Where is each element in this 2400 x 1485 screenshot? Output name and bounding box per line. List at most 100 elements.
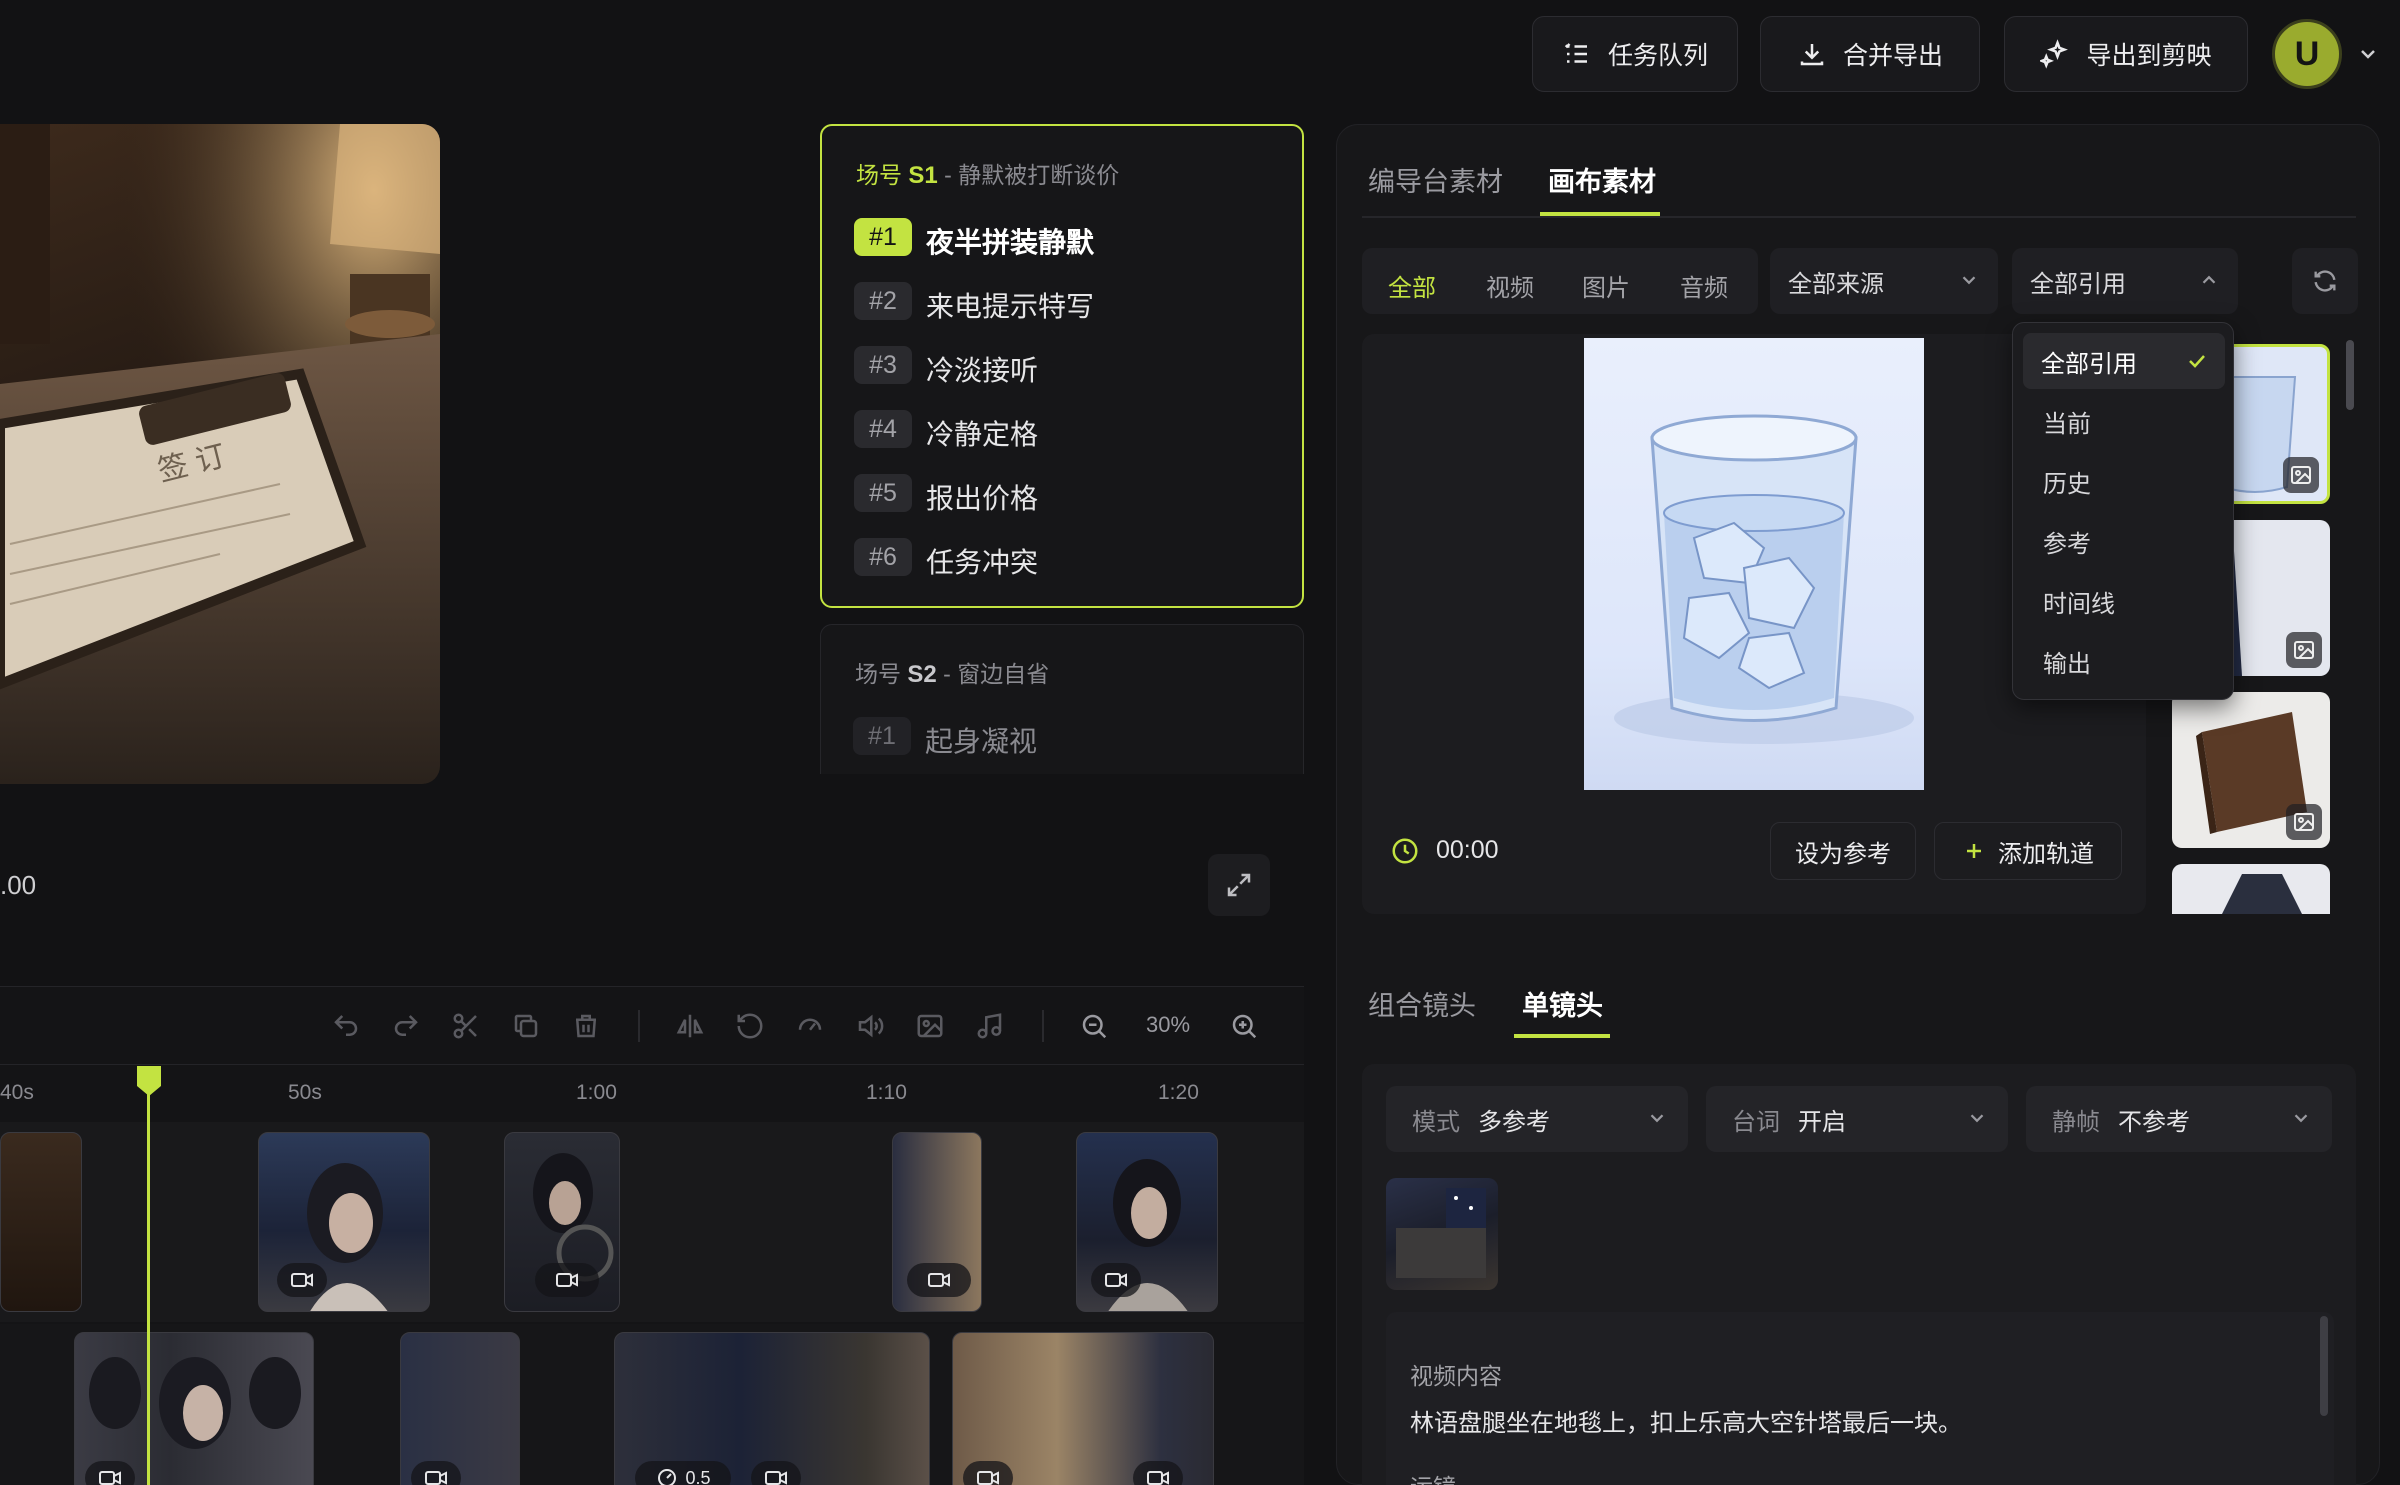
- volume-icon: [858, 1014, 884, 1038]
- zoom-in-button[interactable]: [1226, 1008, 1262, 1044]
- timeline-clip[interactable]: [1076, 1132, 1218, 1312]
- task-queue-button[interactable]: 任务队列: [1532, 16, 1738, 92]
- playhead[interactable]: [147, 1068, 150, 1485]
- playhead-handle[interactable]: [135, 1064, 163, 1098]
- asset-thumbnail[interactable]: [2172, 692, 2330, 848]
- filter-all[interactable]: 全部: [1388, 268, 1436, 303]
- scene-card-s2[interactable]: 场号 S2 - 窗边自省 #1 起身凝视: [820, 624, 1304, 774]
- tab-single-shot[interactable]: 单镜头: [1522, 984, 1603, 1023]
- video-icon: [99, 1471, 121, 1485]
- scene-card-s1[interactable]: 场号 S1 - 静默被打断谈价 #1 夜半拼装静默 #2 来电提示特写 #3 冷…: [820, 124, 1304, 608]
- chevron-down-icon[interactable]: [2356, 42, 2380, 66]
- image-icon: [2291, 466, 2311, 484]
- content-text[interactable]: 林语盘腿坐在地毯上，扣上乐高大空针塔最后一块。: [1410, 1403, 1962, 1438]
- shot-title-active[interactable]: 夜半拼装静默: [926, 221, 1094, 261]
- dropdown-option-current[interactable]: 当前: [2013, 393, 2233, 449]
- video-icon: [977, 1471, 999, 1485]
- chevron-down-icon: [2294, 1114, 2308, 1123]
- delete-button[interactable]: [568, 1008, 604, 1044]
- video-icon: [1105, 1273, 1127, 1287]
- merge-export-label: 合并导出: [1842, 42, 1943, 70]
- asset-preview-image[interactable]: [1584, 338, 1924, 790]
- clock-icon: [1392, 838, 1418, 864]
- shot-title[interactable]: 起身凝视: [925, 720, 1037, 760]
- copy-button[interactable]: [508, 1008, 544, 1044]
- chevron-down-icon: [1650, 1114, 1664, 1123]
- ruler-tick: 1:00: [576, 1081, 617, 1104]
- expand-icon: [1227, 873, 1251, 897]
- avatar[interactable]: U: [2272, 19, 2342, 89]
- dialog-label: 台词: [1732, 1108, 1780, 1136]
- cut-button[interactable]: [448, 1008, 484, 1044]
- timeline-clip[interactable]: [74, 1332, 314, 1485]
- dropdown-option-history[interactable]: 历史: [2013, 453, 2233, 509]
- tab-director-assets[interactable]: 编导台素材: [1368, 160, 1503, 199]
- copy-icon: [514, 1014, 538, 1038]
- redo-button[interactable]: [388, 1008, 424, 1044]
- timeline-clip[interactable]: [504, 1132, 620, 1312]
- export-jianying-button[interactable]: 导出到剪映: [2004, 16, 2248, 92]
- video-icon: [928, 1273, 950, 1287]
- source-select[interactable]: 全部来源: [1770, 248, 1998, 314]
- zoom-out-button[interactable]: [1076, 1008, 1112, 1044]
- refresh-button[interactable]: [2292, 248, 2358, 314]
- speed-button[interactable]: [792, 1008, 828, 1044]
- refresh-icon: [2314, 270, 2336, 292]
- timeline-clip[interactable]: [892, 1132, 982, 1312]
- redo-icon: [394, 1015, 418, 1036]
- shot-title[interactable]: 任务冲突: [926, 541, 1038, 581]
- asset-time: 00:00: [1436, 836, 1499, 864]
- shot-title[interactable]: 冷淡接听: [926, 349, 1038, 389]
- reference-thumbnail[interactable]: [1386, 1178, 1498, 1290]
- toolbar-divider: [1042, 1010, 1044, 1042]
- chevron-down-icon: [1962, 276, 1976, 285]
- fullscreen-button[interactable]: [1208, 854, 1270, 916]
- ref-select[interactable]: 全部引用: [2012, 248, 2238, 314]
- timeline-ruler[interactable]: 40s 50s 1:00 1:10 1:20: [0, 1064, 1304, 1120]
- timeline-clip[interactable]: [0, 1132, 82, 1312]
- ruler-tick: 50s: [288, 1081, 322, 1104]
- video-icon-badge: [751, 1461, 801, 1485]
- tab-combined-shot[interactable]: 组合镜头: [1368, 984, 1476, 1023]
- mode-select[interactable]: 模式 多参考: [1386, 1086, 1688, 1152]
- asset-thumbnail[interactable]: [2172, 864, 2330, 914]
- tab-canvas-assets[interactable]: 画布素材: [1548, 160, 1656, 199]
- still-frame-select[interactable]: 静帧 不参考: [2026, 1086, 2332, 1152]
- set-reference-button[interactable]: 设为参考: [1770, 822, 1916, 880]
- thumbnail-scrollbar[interactable]: [2346, 340, 2354, 410]
- merge-export-button[interactable]: 合并导出: [1760, 16, 1980, 92]
- timeline-clip[interactable]: [952, 1332, 1214, 1485]
- shot-title[interactable]: 来电提示特写: [926, 285, 1094, 325]
- dropdown-option-output[interactable]: 输出: [2013, 633, 2233, 689]
- reference-dropdown-menu: 全部引用 当前 历史 参考 时间线 输出: [2012, 322, 2234, 700]
- filter-audio[interactable]: 音频: [1680, 268, 1728, 303]
- scene-id: S2: [907, 661, 937, 688]
- scene-prefix: 场号: [855, 661, 901, 687]
- add-track-button[interactable]: 添加轨道: [1934, 822, 2122, 880]
- scene-name: 窗边自省: [957, 661, 1050, 687]
- shot-title[interactable]: 报出价格: [926, 477, 1038, 517]
- timeline-clip[interactable]: [258, 1132, 430, 1312]
- shot-title[interactable]: 冷静定格: [926, 413, 1038, 453]
- filter-video[interactable]: 视频: [1486, 268, 1534, 303]
- content-scrollbar[interactable]: [2320, 1316, 2328, 1416]
- image-edit-button[interactable]: [912, 1008, 948, 1044]
- audio-button[interactable]: [972, 1008, 1008, 1044]
- timeline-clip[interactable]: 0.5: [614, 1332, 930, 1485]
- undo-button[interactable]: [328, 1008, 364, 1044]
- dropdown-option-timeline[interactable]: 时间线: [2013, 573, 2233, 629]
- image-icon: [2294, 813, 2314, 831]
- music-icon: [977, 1013, 1002, 1039]
- dropdown-option-all[interactable]: 全部引用: [2023, 333, 2243, 389]
- content-box[interactable]: [1386, 1312, 2334, 1485]
- dropdown-option-reference[interactable]: 参考: [2013, 513, 2233, 569]
- flip-button[interactable]: [672, 1008, 708, 1044]
- volume-button[interactable]: [852, 1008, 888, 1044]
- timeline-clip[interactable]: [400, 1332, 520, 1485]
- shot-number: #5: [854, 474, 912, 512]
- rotate-button[interactable]: [732, 1008, 768, 1044]
- filter-image[interactable]: 图片: [1582, 268, 1630, 303]
- scissors-icon: [453, 1013, 477, 1039]
- dialog-select[interactable]: 台词 开启: [1706, 1086, 2008, 1152]
- video-icon-badge: [277, 1263, 327, 1297]
